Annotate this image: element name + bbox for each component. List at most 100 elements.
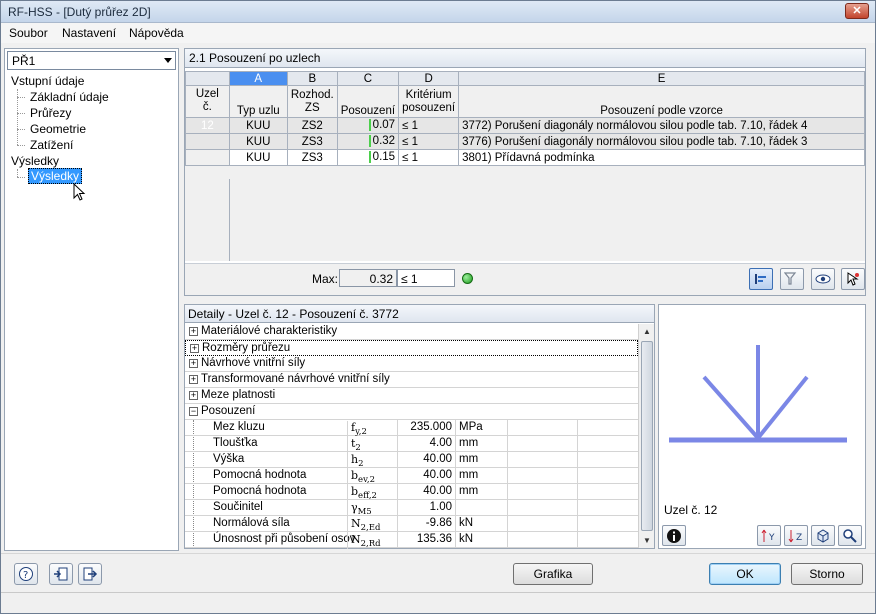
tree-item-prurezy[interactable]: Průřezy	[30, 106, 71, 120]
header-load-case-line2: ZS	[304, 101, 320, 114]
details-section-label: Návrhové vnitřní síly	[201, 357, 306, 369]
graphics-button[interactable]: Grafika	[513, 563, 593, 585]
details-section-label: Materiálové charakteristiky	[201, 325, 338, 337]
table-row[interactable]: 12 KUU ZS2 0.07 ≤ 1 3772) Porušení diago…	[185, 117, 865, 134]
details-section-validity[interactable]: + Meze platnosti	[185, 388, 638, 404]
title-bar: RF-HSS - [Dutý průřez 2D] ✕	[1, 1, 875, 23]
details-row[interactable]: Únosnost při působení osov N2,Rd 135.36 …	[185, 532, 638, 549]
col-letter-d[interactable]: D	[398, 71, 460, 86]
table-row[interactable]: KUU ZS3 0.32 ≤ 1 3776) Porušení diagonál…	[185, 133, 865, 150]
view-y-button[interactable]: Y	[757, 525, 781, 546]
row-node-number[interactable]	[185, 149, 230, 166]
cell-formula[interactable]: 3801) Přídavná podmínka	[458, 149, 865, 166]
tree-item-vysledky[interactable]: Výsledky	[28, 168, 83, 184]
tree-input-heading[interactable]: Vstupní údaje	[11, 74, 84, 88]
cell-node-type[interactable]: KUU	[228, 117, 288, 134]
details-row-extra	[507, 516, 577, 532]
close-button[interactable]: ✕	[845, 3, 869, 19]
table-row[interactable]: KUU ZS3 0.15 ≤ 1 3801) Přídavná podmínka	[185, 149, 865, 166]
filter-button[interactable]	[780, 268, 804, 290]
scroll-down-icon[interactable]: ▼	[643, 536, 651, 545]
main-window: RF-HSS - [Dutý průřez 2D] ✕ Soubor Nasta…	[0, 0, 876, 614]
export-button[interactable]	[78, 563, 102, 585]
details-section-transformed-forces[interactable]: + Transformované návrhové vnitřní síly	[185, 372, 638, 388]
cell-formula[interactable]: 3772) Porušení diagonály normálovou silo…	[458, 117, 865, 134]
tree-results-heading[interactable]: Výsledky	[11, 154, 59, 168]
cell-load-case[interactable]: ZS3	[286, 149, 338, 166]
import-button[interactable]	[49, 563, 73, 585]
cell-formula[interactable]: 3776) Porušení diagonály normálovou silo…	[458, 133, 865, 150]
pointer-select-icon	[847, 272, 859, 286]
tree-item-zakladni-udaje[interactable]: Základní údaje	[30, 90, 109, 104]
cell-criterion[interactable]: ≤ 1	[398, 133, 460, 150]
details-section-design-forces[interactable]: + Návrhové vnitřní síly	[185, 356, 638, 372]
table-filter-button[interactable]	[749, 268, 773, 290]
details-row[interactable]: Tloušťka t2 4.00 mm	[185, 436, 638, 453]
details-section-material[interactable]: + Materiálové charakteristiky	[185, 324, 638, 340]
tree-item-geometrie[interactable]: Geometrie	[30, 122, 86, 136]
details-row-unit: kN	[455, 516, 507, 532]
menu-nastaveni[interactable]: Nastavení	[62, 26, 116, 40]
cell-node-type[interactable]: KUU	[228, 149, 288, 166]
cell-ratio-value: 0.32	[372, 135, 396, 148]
details-row[interactable]: Pomocná hodnota bev,2 40.00 mm	[185, 468, 638, 485]
cell-ratio[interactable]: 0.15	[336, 149, 400, 166]
scroll-up-icon[interactable]: ▲	[643, 327, 651, 336]
menu-bar: Soubor Nastavení Nápověda	[1, 23, 875, 43]
cancel-button[interactable]: Storno	[791, 563, 863, 585]
cell-node-type[interactable]: KUU	[228, 133, 288, 150]
details-row[interactable]: Pomocná hodnota beff,2 40.00 mm	[185, 484, 638, 501]
menu-napoveda[interactable]: Nápověda	[129, 26, 184, 40]
load-case-select[interactable]: PŘ1	[7, 51, 176, 70]
collapse-icon[interactable]: −	[189, 407, 198, 416]
col-letter-a[interactable]: A	[228, 71, 288, 86]
menu-soubor[interactable]: Soubor	[9, 26, 48, 40]
cell-criterion[interactable]: ≤ 1	[398, 117, 460, 134]
ok-button[interactable]: OK	[709, 563, 781, 585]
header-node-line1: Uzel	[195, 88, 219, 100]
chevron-down-icon[interactable]	[164, 58, 172, 63]
details-section-dimensions[interactable]: + Rozměry průřezu	[185, 340, 638, 356]
row-node-number[interactable]	[185, 133, 230, 150]
details-scrollbar[interactable]: ▲ ▼	[638, 324, 654, 548]
details-row-symbol: γM5	[347, 501, 397, 517]
details-row[interactable]: Výška h2 40.00 mm	[185, 452, 638, 469]
max-summary-row: Max: 0.32 ≤ 1	[185, 263, 865, 295]
info-button[interactable]	[662, 525, 686, 546]
details-row-label: Tloušťka	[213, 437, 258, 449]
cell-ratio[interactable]: 0.07	[336, 117, 400, 134]
col-letter-e[interactable]: E	[458, 71, 865, 86]
expand-icon[interactable]: +	[189, 391, 198, 400]
symbol-main: N	[351, 517, 361, 530]
tree-branch	[17, 177, 25, 178]
col-letter-c[interactable]: C	[336, 71, 400, 86]
cell-load-case[interactable]: ZS2	[286, 117, 338, 134]
details-row-value: 40.00	[397, 452, 455, 468]
load-case-value: PŘ1	[12, 54, 36, 68]
zoom-button[interactable]	[838, 525, 862, 546]
help-button[interactable]: ?	[14, 563, 38, 585]
expand-icon[interactable]: +	[189, 359, 198, 368]
status-bar	[1, 592, 875, 613]
col-letter-b[interactable]: B	[286, 71, 338, 86]
header-node-line2: č.	[202, 101, 212, 113]
view-iso-button[interactable]	[811, 525, 835, 546]
view-button[interactable]	[811, 268, 835, 290]
details-row[interactable]: Mez kluzu fy,2 235.000 MPa	[185, 420, 638, 437]
expand-icon[interactable]: +	[189, 375, 198, 384]
mouse-cursor-icon	[73, 183, 86, 201]
cell-load-case[interactable]: ZS3	[286, 133, 338, 150]
expand-icon[interactable]: +	[190, 344, 199, 353]
expand-icon[interactable]: +	[189, 327, 198, 336]
symbol-main: b	[351, 485, 359, 498]
details-row[interactable]: Normálová síla N2,Ed -9.86 kN	[185, 516, 638, 533]
details-section-design[interactable]: − Posouzení	[185, 404, 638, 420]
cell-ratio[interactable]: 0.32	[336, 133, 400, 150]
scrollbar-thumb[interactable]	[641, 341, 653, 531]
row-node-number[interactable]: 12	[185, 117, 230, 134]
select-in-model-button[interactable]	[841, 268, 865, 290]
cell-criterion[interactable]: ≤ 1	[398, 149, 460, 166]
view-z-button[interactable]: Z	[784, 525, 808, 546]
details-row[interactable]: Součinitel γM5 1.00	[185, 500, 638, 517]
tree-item-zatizeni[interactable]: Zatížení	[30, 138, 73, 152]
